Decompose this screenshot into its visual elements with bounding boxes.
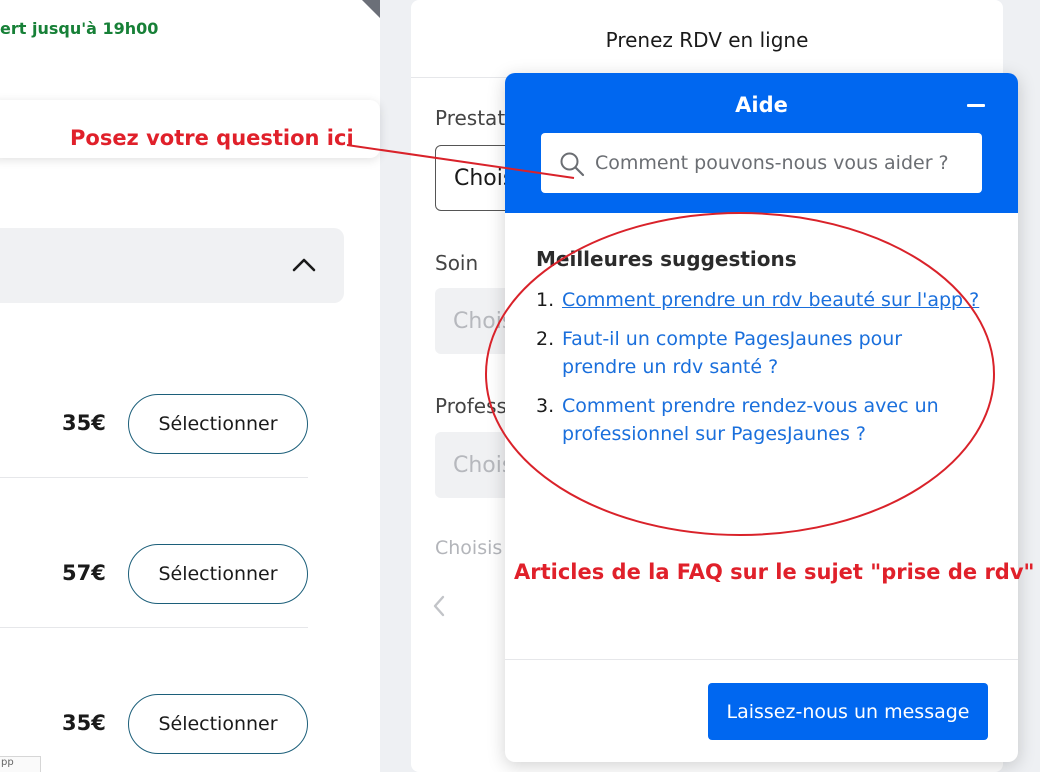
suggestion-link[interactable]: Comment prendre un rdv beauté sur l'app … [562,286,979,314]
suggestion-link[interactable]: Comment prendre rendez-vous avec un prof… [562,392,981,448]
help-search-input[interactable] [595,133,975,193]
professional-label: Profess [435,394,507,418]
page-corner-fold [362,0,380,18]
annotation-question-here: Posez votre question ici [70,126,354,150]
suggestion-number: 1. [536,289,555,311]
help-widget-title: Aide [735,93,788,117]
minimize-icon[interactable] [967,104,985,107]
select-service-button[interactable]: Sélectionner [128,394,308,454]
divider [505,659,1018,660]
suggestions-heading: Meilleures suggestions [536,247,797,271]
service-price: 35€ [62,711,106,735]
suggestion-number: 3. [536,395,555,417]
divider [0,627,308,628]
chevron-up-icon[interactable] [292,254,316,274]
divider [0,477,308,478]
suggestion-link[interactable]: Faut-il un compte PagesJaunes pour prend… [562,325,981,381]
treatment-label: Soin [435,251,479,275]
choose-date-hint: Choisis [435,537,503,559]
suggestion-item: 3. Comment prendre rendez-vous avec un p… [536,392,981,448]
leave-message-button[interactable]: Laissez-nous un message [708,683,988,740]
suggestion-number: 2. [536,328,555,350]
select-service-button[interactable]: Sélectionner [128,694,308,754]
help-widget: Aide Meilleures suggestions 1. Comment p… [505,73,1018,762]
opening-hours-status: ert jusqu'à 19h00 [0,19,159,38]
app-badge: pp [0,756,41,772]
help-widget-header: Aide [505,73,1018,213]
booking-title: Prenez RDV en ligne [605,28,809,52]
annotation-faq-articles: Articles de la FAQ sur le sujet "prise d… [514,560,1035,584]
suggestions-list: 1. Comment prendre un rdv beauté sur l'a… [536,286,981,459]
suggestion-item: 2. Faut-il un compte PagesJaunes pour pr… [536,325,981,381]
help-search-box[interactable] [541,133,982,193]
select-service-button[interactable]: Sélectionner [128,544,308,604]
suggestion-item: 1. Comment prendre un rdv beauté sur l'a… [536,286,981,314]
service-price: 35€ [62,411,106,435]
service-type-label: Prestat [435,106,506,130]
search-icon [560,152,585,177]
chevron-left-icon[interactable] [431,594,447,618]
service-price: 57€ [62,561,106,585]
